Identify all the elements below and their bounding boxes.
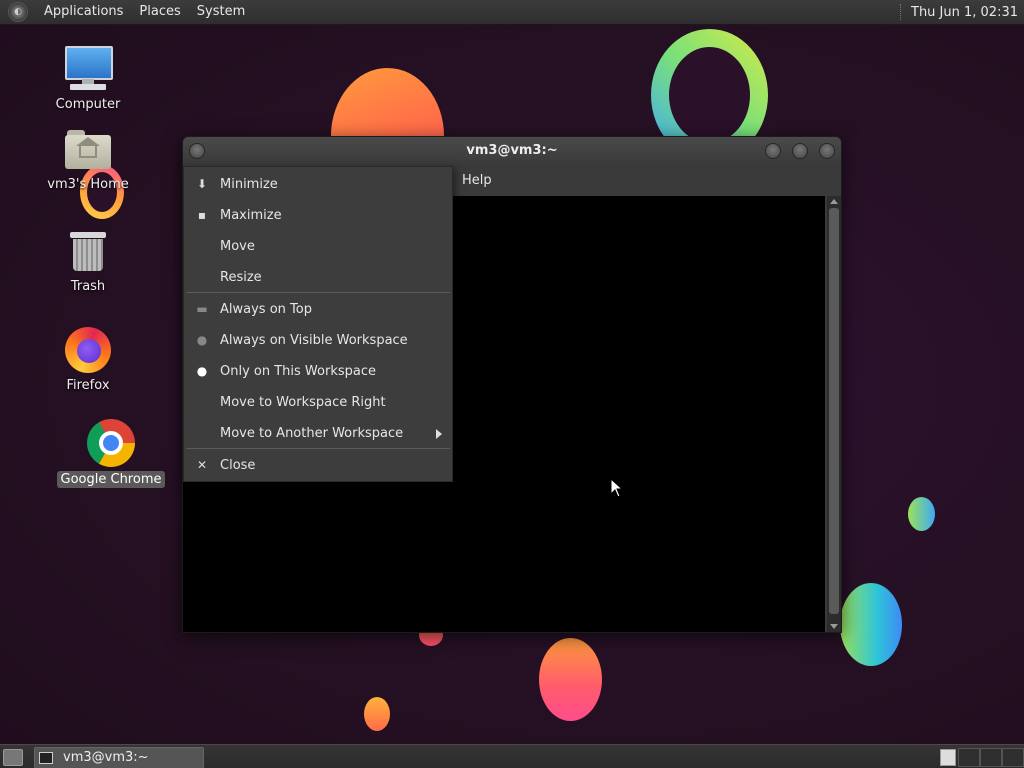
taskbar-item-terminal[interactable]: vm3@vm3:~ [34, 747, 204, 768]
desktop-icon-label: Trash [70, 279, 106, 294]
menu-item-always-on-top[interactable]: ▬ Always on Top [184, 294, 452, 325]
desktop-icon-chrome[interactable]: Google Chrome [56, 419, 166, 488]
window-menu-button[interactable] [189, 143, 205, 159]
clock[interactable]: Thu Jun 1, 02:31 [911, 5, 1018, 20]
workspace-switcher-2[interactable] [958, 748, 980, 767]
desktop-icon-label: Google Chrome [56, 471, 166, 488]
menu-separator [186, 292, 450, 293]
menu-separator [186, 448, 450, 449]
firefox-icon [65, 327, 111, 373]
wallpaper-bubble [840, 583, 902, 666]
workspace-switcher-1[interactable] [940, 749, 956, 766]
desktop-icon-label: vm3's Home [47, 177, 129, 192]
home-folder-icon [65, 130, 111, 170]
wallpaper-bubble [908, 497, 935, 531]
menu-item-only-this-workspace[interactable]: ● Only on This Workspace [184, 356, 452, 387]
chrome-icon [87, 419, 135, 467]
system-menu[interactable]: System [189, 0, 253, 24]
workspace-switcher-3[interactable] [980, 748, 1002, 767]
menu-item-move-workspace-right[interactable]: Move to Workspace Right [184, 387, 452, 418]
menu-item-close[interactable]: ✕ Close [184, 450, 452, 481]
radio-bullet-icon: ● [196, 364, 208, 378]
mouse-pointer-icon [610, 478, 624, 498]
terminal-icon [39, 752, 53, 764]
window-context-menu: ⬇ Minimize ▪ Maximize Move Resize ▬ Alwa… [183, 166, 453, 482]
sticky-icon: ● [196, 333, 208, 347]
desktop-icon-home[interactable]: vm3's Home [33, 130, 143, 193]
window-title: vm3@vm3:~ [466, 143, 558, 158]
computer-icon [64, 46, 113, 92]
scrollbar[interactable] [827, 196, 841, 632]
menu-item-move-another-workspace[interactable]: Move to Another Workspace [184, 418, 452, 449]
menu-item-maximize[interactable]: ▪ Maximize [184, 200, 452, 231]
scroll-down-arrow-icon[interactable] [830, 624, 838, 629]
desktop-icon-label: Computer [55, 97, 121, 112]
trash-icon [70, 230, 106, 274]
applications-menu[interactable]: Applications [36, 0, 131, 24]
bottom-panel: vm3@vm3:~ [0, 744, 1024, 768]
submenu-arrow-icon [436, 429, 442, 439]
help-menu[interactable]: Help [462, 173, 492, 188]
menu-item-resize[interactable]: Resize [184, 262, 452, 293]
show-desktop-icon[interactable] [3, 749, 23, 766]
wallpaper-bubble [364, 697, 390, 731]
always-on-top-icon: ▬ [196, 302, 208, 316]
menu-item-always-on-visible-workspace[interactable]: ● Always on Visible Workspace [184, 325, 452, 356]
maximize-icon: ▪ [197, 208, 207, 222]
close-button[interactable] [819, 143, 835, 159]
wallpaper-bubble [539, 638, 602, 721]
minimize-button[interactable] [765, 143, 781, 159]
distro-logo-icon[interactable]: ◐ [8, 2, 28, 22]
desktop-icon-trash[interactable]: Trash [33, 230, 143, 295]
menu-item-minimize[interactable]: ⬇ Minimize [184, 169, 452, 200]
desktop-icon-firefox[interactable]: Firefox [33, 327, 143, 394]
menu-item-move[interactable]: Move [184, 231, 452, 262]
panel-separator [900, 4, 903, 20]
scrollbar-thumb[interactable] [829, 208, 839, 614]
workspace-switcher-4[interactable] [1002, 748, 1024, 767]
desktop-icon-computer[interactable]: Computer [33, 46, 143, 113]
desktop-icon-label: Firefox [66, 378, 110, 393]
top-panel: ◐ Applications Places System Thu Jun 1, … [0, 0, 1024, 25]
window-titlebar[interactable]: vm3@vm3:~ [183, 137, 841, 165]
places-menu[interactable]: Places [131, 0, 188, 24]
close-icon: ✕ [196, 458, 208, 472]
maximize-button[interactable] [792, 143, 808, 159]
minimize-icon: ⬇ [196, 177, 208, 191]
scroll-up-arrow-icon[interactable] [830, 199, 838, 204]
